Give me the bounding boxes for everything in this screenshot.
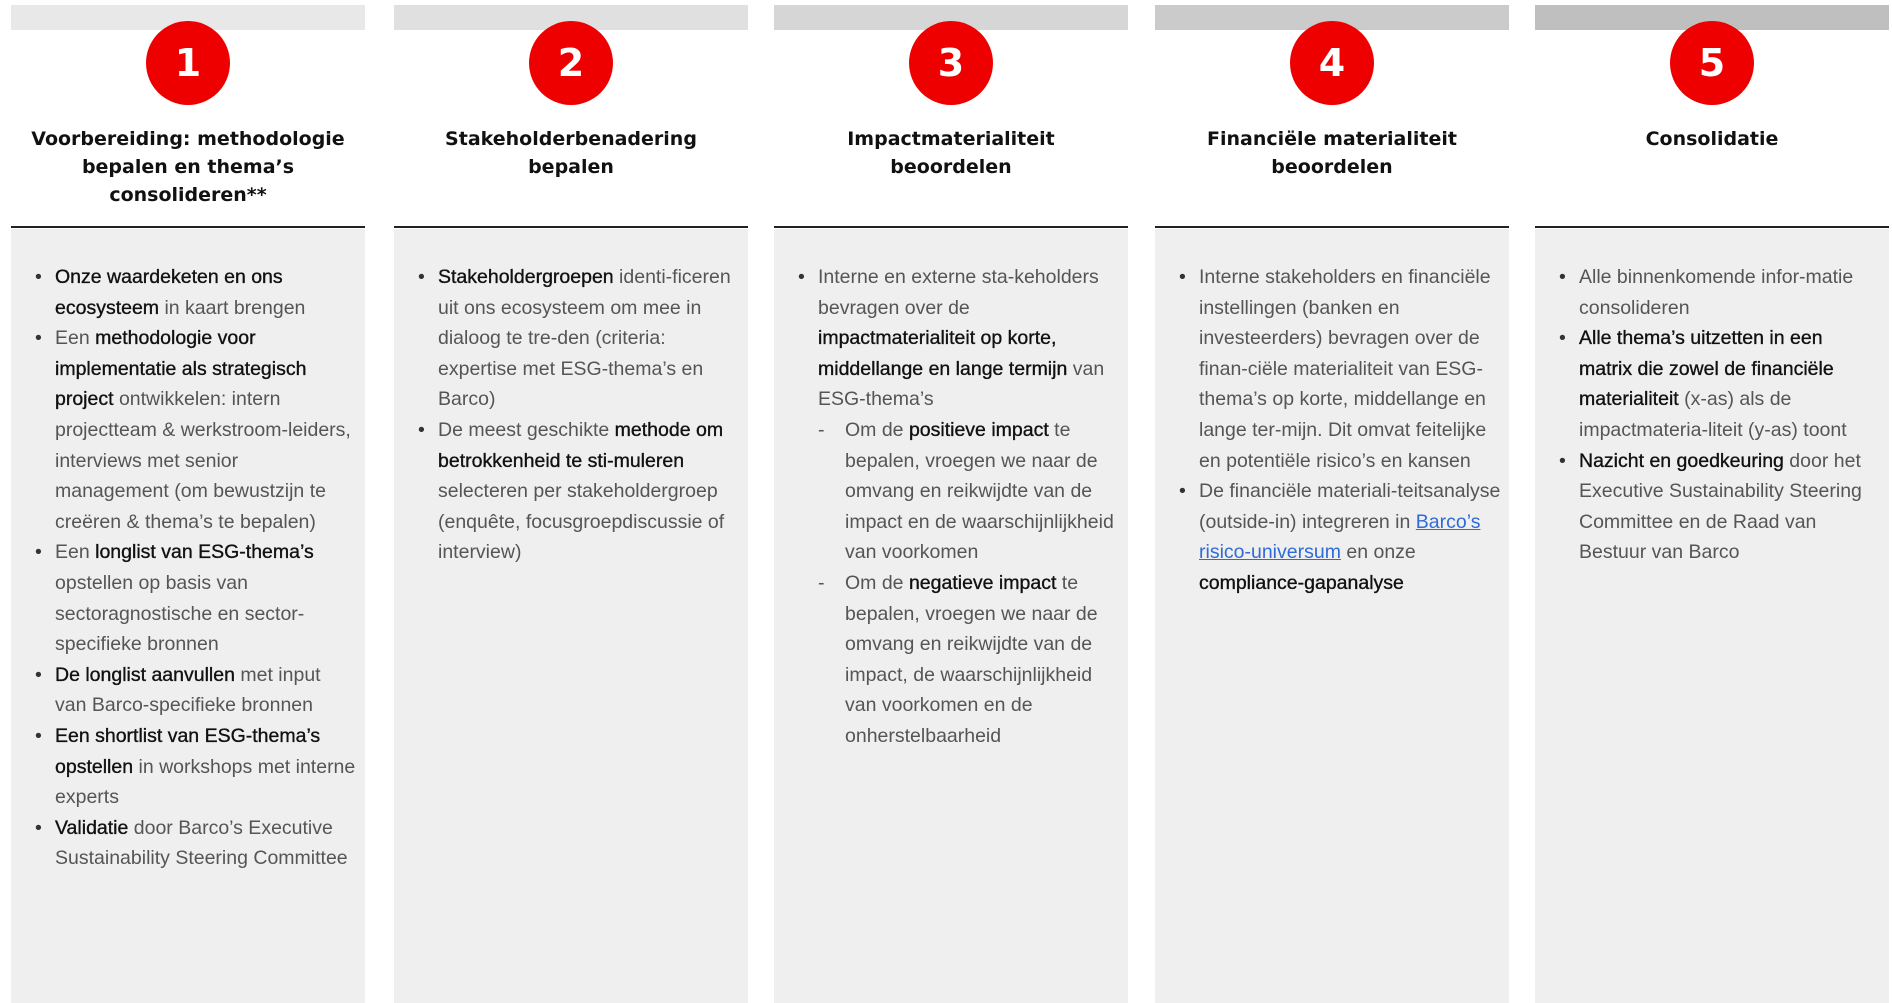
bold-text: Nazicht en goedkeuring — [1579, 449, 1784, 472]
bullet-item: Validatie door Barco’s Executive Sustain… — [25, 813, 357, 874]
step-number-badge: 5 — [1670, 21, 1754, 105]
step-title-line: Stakeholderbenadering — [445, 128, 697, 150]
step-number-badge: 1 — [146, 21, 230, 105]
step-body: Alle binnenkomende infor-matie consolide… — [1535, 229, 1889, 1003]
sub-bullet-item: Om de positieve impact te bepalen, vroeg… — [818, 415, 1120, 568]
step-divider — [11, 226, 365, 228]
step-title: Financiële materialiteit beoordelen — [1165, 125, 1499, 181]
step-bullet-list: Onze waardeketen en ons ecosysteem in ka… — [25, 262, 357, 874]
step-title-line: beoordelen — [890, 156, 1012, 178]
bold-text: compliance-gapanalyse — [1199, 571, 1404, 594]
step-column: 5 Consolidatie Alle binnenkomende infor-ma… — [1535, 0, 1889, 1003]
step-number-badge: 3 — [909, 21, 993, 105]
body-text: De meest geschikte — [438, 418, 615, 441]
process-steps: 1 Voorbereiding: methodologie bepalen en t… — [0, 0, 1892, 1003]
bullet-item: Alle binnenkomende infor-matie consolide… — [1549, 262, 1881, 323]
bullet-item: Stakeholdergroepen identi-ficeren uit on… — [408, 262, 740, 415]
step-body: Interne stakeholders en financiële inste… — [1155, 229, 1509, 1003]
step-bullet-list: Interne stakeholders en financiële inste… — [1169, 262, 1501, 599]
step-title: Impactmaterialiteit beoordelen — [784, 125, 1118, 181]
step-title-line: Impactmaterialiteit — [847, 128, 1055, 150]
step-title-line: bepalen — [528, 156, 614, 178]
step-bullet-list: Interne en externe sta-keholders bevrage… — [788, 262, 1120, 752]
body-text: en onze — [1340, 541, 1416, 564]
bold-text: Stakeholdergroepen — [438, 266, 614, 288]
body-text: Interne stakeholders en financiële inste… — [1199, 266, 1491, 472]
step-column: 1 Voorbereiding: methodologie bepalen en t… — [11, 0, 365, 1003]
body-text: te bepalen, vroegen we naar de omvang en… — [845, 571, 1098, 747]
sub-bullet-item: Om de negatieve impact te bepalen, vroeg… — [818, 568, 1120, 752]
step-bullet-list: Alle binnenkomende infor-matie consolide… — [1549, 262, 1881, 568]
step-column: 2StakeholderbenaderingbepalenStakeholder… — [394, 0, 748, 1003]
body-text: Om de — [845, 418, 909, 441]
step-title-line: Voorbereiding: methodologie — [31, 128, 345, 150]
body-text: Alle binnenkomende infor-matie consolide… — [1579, 266, 1854, 319]
bold-text: negatieve impact — [908, 571, 1057, 594]
body-text: opstellen op basis van sectoragnostische… — [55, 571, 305, 656]
step-divider — [1535, 226, 1889, 228]
step-title-line: bepalen en thema’s — [81, 156, 295, 178]
body-text: Om de — [845, 571, 909, 594]
body-text: in kaart brengen — [159, 296, 306, 319]
step-bullet-list: Stakeholdergroepen identi-ficeren uit on… — [408, 262, 740, 568]
body-text: selecteren per stakeholdergroep (enquête… — [438, 480, 725, 564]
step-body: Onze waardeketen en ons ecosysteem in ka… — [11, 229, 365, 1003]
step-column: 4 Financiële materialiteit beoordelen Inter… — [1155, 0, 1509, 1003]
step-divider — [774, 226, 1128, 228]
step-title: Stakeholderbenadering bepalen — [404, 125, 738, 181]
body-text: Interne en externe sta-keholders bevrage… — [818, 266, 1099, 319]
sub-bullet-list: Om de positieve impact te bepalen, vroeg… — [818, 415, 1120, 752]
bullet-item: Een longlist van ESG-thema’s opstellen o… — [25, 537, 357, 659]
step-number-badge: 2 — [529, 21, 613, 105]
step-number-badge: 4 — [1290, 21, 1374, 105]
bullet-item: Een shortlist van ESG-thema’s opstellen … — [25, 721, 357, 813]
step-divider — [394, 226, 748, 228]
bullet-item: Een methodologie voor implementatie als … — [25, 323, 357, 537]
bold-text: longlist van ESG-thema’s — [95, 541, 314, 564]
bullet-item: Nazicht en goedkeuring door het Executiv… — [1549, 446, 1881, 568]
bullet-item: De longlist aanvullen met input van Barc… — [25, 660, 357, 721]
step-title-line: Financiële materialiteit — [1207, 128, 1457, 150]
bullet-item: De financiële materiali-teitsanalyse (ou… — [1169, 476, 1501, 598]
step-divider — [1155, 226, 1509, 228]
step-body: Stakeholdergroepen identi-ficeren uit on… — [394, 229, 748, 1003]
body-text: Een — [55, 541, 96, 564]
step-title-line: Consolidatie — [1645, 128, 1779, 150]
bullet-item: Interne stakeholders en financiële inste… — [1169, 262, 1501, 476]
bullet-item: Interne en externe sta-keholders bevrage… — [788, 262, 1120, 752]
bold-text: impactmaterialiteit op korte, middellang… — [818, 327, 1068, 380]
body-text: Een — [55, 327, 96, 350]
step-title: Voorbereiding: methodologie bepalen en th… — [21, 125, 355, 209]
step-body: Interne en externe sta-keholders bevrage… — [774, 229, 1128, 1003]
bullet-item: Onze waardeketen en ons ecosysteem in ka… — [25, 262, 357, 323]
step-title: Consolidatie — [1545, 125, 1879, 153]
bold-text: De longlist aanvullen — [55, 663, 235, 686]
step-column: 3 Impactmaterialiteit beoordelen Interne en… — [774, 0, 1128, 1003]
bold-text: Validatie — [55, 816, 129, 839]
bullet-item: De meest geschikte methode om betrokkenh… — [408, 415, 740, 568]
step-title-line: consolideren** — [109, 184, 267, 206]
bullet-item: Alle thema’s uitzetten in een matrix die… — [1549, 323, 1881, 445]
step-title-line: beoordelen — [1271, 156, 1393, 178]
bold-text: positieve impact — [908, 418, 1049, 441]
